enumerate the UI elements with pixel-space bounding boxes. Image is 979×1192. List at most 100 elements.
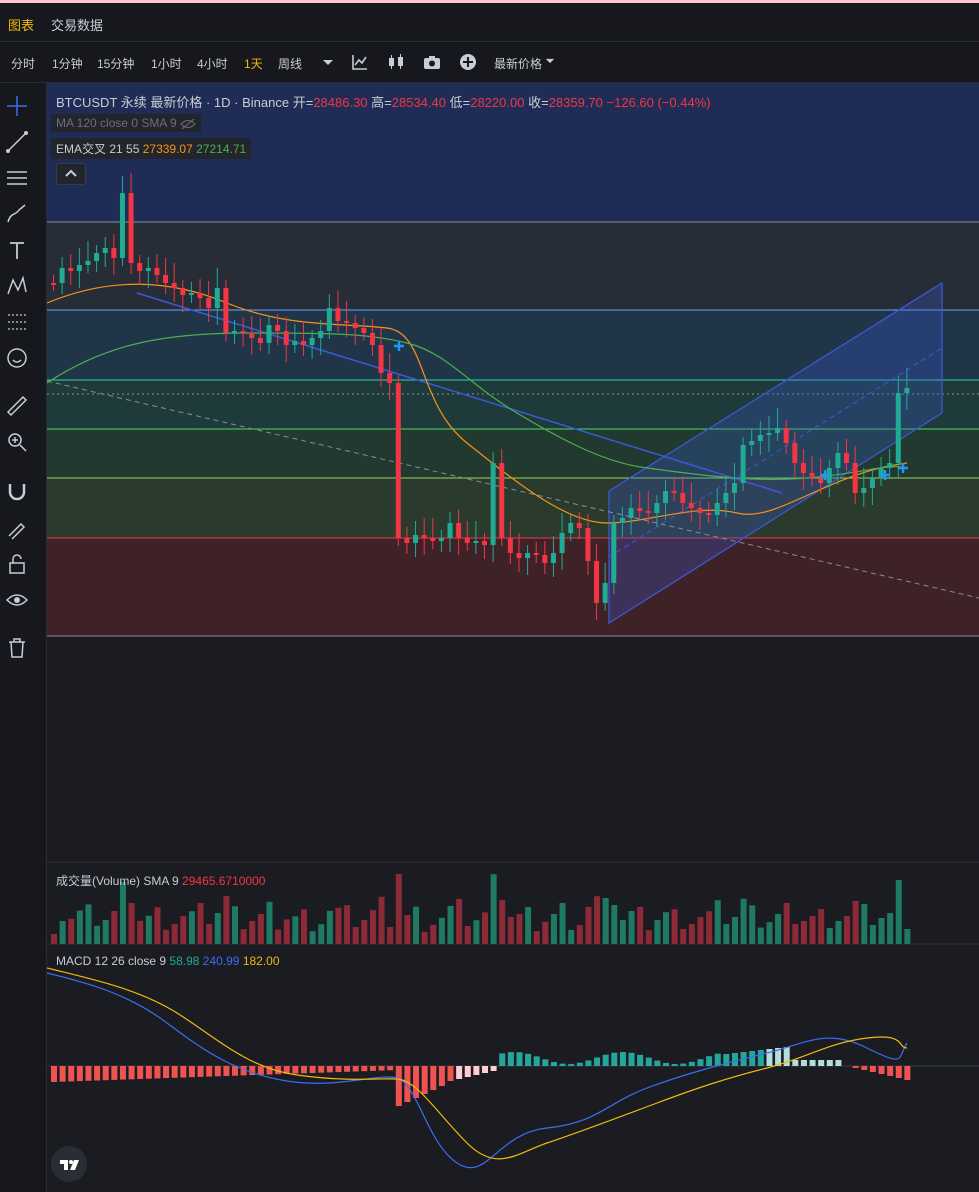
eye-hidden-icon[interactable] <box>180 118 196 130</box>
macd-hist-bar <box>499 1053 506 1066</box>
chart-toolbar: 分时 1分钟 15分钟 1小时 4小时 1天 周线 最新价格 <box>0 42 979 83</box>
zoom-icon[interactable] <box>5 430 29 454</box>
macd-hist-bar <box>421 1066 428 1094</box>
macd-legend[interactable]: MACD 12 26 close 9 58.98 240.99 182.00 <box>56 954 280 968</box>
eye-icon[interactable] <box>5 588 29 612</box>
crosshair-icon[interactable] <box>5 94 29 118</box>
candle-body <box>904 388 910 393</box>
volume-bar <box>352 927 359 944</box>
pattern-icon[interactable] <box>5 274 29 298</box>
macd-hist-bar <box>792 1060 799 1066</box>
volume-bar <box>257 914 264 944</box>
text-icon[interactable] <box>5 238 29 262</box>
candle-body <box>214 288 220 308</box>
candle-body <box>257 338 263 343</box>
candle-body <box>68 268 74 271</box>
interval-4h[interactable]: 4小时 <box>197 55 228 72</box>
candle-body <box>163 275 169 283</box>
volume-bar <box>542 921 549 944</box>
interval-1m[interactable]: 1分钟 <box>52 55 83 72</box>
macd-hist-bar <box>214 1066 221 1077</box>
macd-hist-bar <box>223 1066 230 1076</box>
symbol-title[interactable]: BTCUSDT 永续 最新价格 · 1D · Binance <box>56 95 289 110</box>
volume-bar <box>869 925 876 944</box>
trendline-icon[interactable] <box>5 130 29 154</box>
horizontal-lines-icon[interactable] <box>5 166 29 190</box>
change-value: −126.60 (−0.44%) <box>606 95 711 110</box>
volume-bar <box>550 914 557 944</box>
trash-icon[interactable] <box>5 636 29 660</box>
lock-draw-icon[interactable] <box>5 516 29 540</box>
price-type-select[interactable]: 最新价格 <box>494 55 542 72</box>
tab-chart[interactable]: 图表 <box>8 15 34 34</box>
macd-hist-bar <box>663 1062 670 1066</box>
price-chart[interactable] <box>47 83 979 1192</box>
volume-bar <box>783 903 790 944</box>
ruler-icon[interactable] <box>5 394 29 418</box>
emoji-icon[interactable] <box>5 346 29 370</box>
volume-legend[interactable]: 成交量(Volume) SMA 9 29465.6710000 <box>56 872 265 889</box>
interval-1h[interactable]: 1小时 <box>151 55 182 72</box>
candle-body <box>757 435 763 441</box>
interval-weekly[interactable]: 周线 <box>278 55 302 72</box>
macd-hist-bar <box>335 1066 342 1073</box>
macd-hist-bar <box>430 1066 437 1090</box>
volume-bar <box>775 914 782 944</box>
zone-red <box>47 538 979 636</box>
macd-hist-bar <box>619 1052 626 1066</box>
macd-hist-bar <box>188 1066 195 1078</box>
tradingview-logo <box>51 1146 87 1182</box>
interval-tick[interactable]: 分时 <box>11 55 35 72</box>
volume-bar <box>438 917 445 944</box>
volume-bar <box>344 905 351 944</box>
magnet-icon[interactable] <box>5 480 29 504</box>
macd-hist-bar <box>102 1066 109 1081</box>
lock-icon[interactable] <box>5 552 29 576</box>
volume-bar <box>413 906 420 944</box>
candle-body <box>637 508 643 511</box>
candle-body <box>688 503 694 508</box>
chevron-down-icon[interactable] <box>318 52 338 72</box>
interval-15m[interactable]: 15分钟 <box>97 55 134 72</box>
volume-bar <box>861 904 868 944</box>
macd-hist-bar <box>680 1063 687 1066</box>
candle-body <box>525 553 531 558</box>
ema-legend[interactable]: EMA交叉 21 55 27339.07 27214.71 <box>51 138 252 159</box>
candle-body <box>835 453 841 468</box>
plus-circle-icon[interactable] <box>458 52 478 72</box>
volume-bar <box>283 919 290 944</box>
volume-bar <box>602 898 609 944</box>
macd-hist-bar <box>464 1066 471 1077</box>
candle-type-icon[interactable] <box>386 52 406 72</box>
collapse-legend-button[interactable] <box>56 163 86 185</box>
indicators-icon[interactable] <box>350 52 370 72</box>
macd-hist-bar <box>206 1066 213 1077</box>
ma-legend[interactable]: MA 120 close 0 SMA 9 <box>51 114 202 132</box>
brush-icon[interactable] <box>5 202 29 226</box>
volume-bar <box>594 896 601 944</box>
volume-bar <box>714 900 721 944</box>
macd-hist-bar <box>413 1066 420 1098</box>
volume-bar <box>878 918 885 944</box>
volume-bar <box>826 928 833 944</box>
volume-bar <box>361 920 368 944</box>
candle-body <box>533 553 539 555</box>
macd-hist-bar <box>128 1066 135 1080</box>
chevron-up-icon <box>65 169 77 177</box>
price-type-chevron-icon[interactable] <box>543 54 557 68</box>
volume-bar <box>473 920 480 944</box>
macd-hist-bar <box>344 1066 351 1072</box>
interval-1d[interactable]: 1天 <box>244 55 263 72</box>
volume-bar <box>111 911 118 944</box>
candle-body <box>223 288 229 333</box>
volume-bar <box>447 906 454 944</box>
candle-body <box>887 463 893 468</box>
macd-hist-bar <box>94 1066 101 1081</box>
main-legend: BTCUSDT 永续 最新价格 · 1D · Binance 开=28486.3… <box>56 92 711 111</box>
volume-bar <box>663 912 670 944</box>
close-label: 收= <box>528 95 549 110</box>
tab-trading-data[interactable]: 交易数据 <box>51 15 103 34</box>
tradingview-logo-icon <box>60 1160 79 1170</box>
fib-icon[interactable] <box>5 310 29 334</box>
camera-icon[interactable] <box>422 52 442 72</box>
